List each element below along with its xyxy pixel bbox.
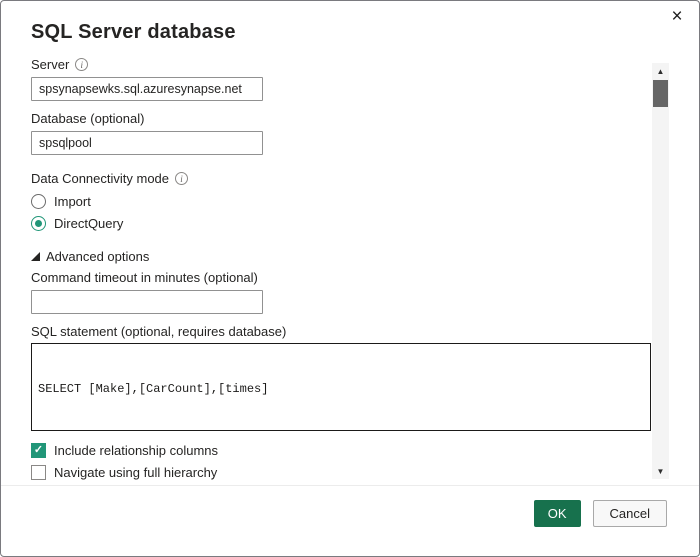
checkbox-checked-icon: ✓ (31, 443, 46, 458)
collapse-triangle-icon (31, 252, 40, 261)
include-relationship-columns-label: Include relationship columns (54, 443, 219, 458)
radio-import-label: Import (54, 194, 91, 209)
close-icon[interactable]: × (666, 6, 688, 28)
connectivity-label: Data Connectivity mode (31, 171, 170, 186)
checkbox-include-relationship-columns[interactable]: ✓ Include relationship columns (31, 443, 651, 458)
dialog-footer: OK Cancel (533, 500, 667, 527)
connectivity-info-icon[interactable]: i (175, 172, 189, 185)
database-field-label-row: Database (optional) (31, 111, 651, 126)
server-label: Server (31, 57, 70, 72)
radio-directquery-label: DirectQuery (54, 216, 124, 231)
scroll-down-arrow-icon[interactable]: ▼ (652, 463, 669, 479)
cancel-button[interactable]: Cancel (592, 500, 667, 527)
vertical-scrollbar[interactable]: ▲ ▼ (652, 63, 669, 479)
checkbox-unchecked-icon (31, 465, 46, 480)
scrollbar-thumb[interactable] (653, 80, 668, 107)
radio-unselected-icon (31, 194, 46, 209)
radio-directquery[interactable]: DirectQuery (31, 216, 651, 231)
radio-selected-icon (31, 216, 46, 231)
server-input[interactable] (31, 77, 263, 101)
server-info-icon[interactable]: i (75, 58, 89, 71)
sql-line-text: SELECT [Make],[CarCount],[times] (38, 382, 269, 396)
dialog-title: SQL Server database (31, 21, 236, 43)
sql-statement-label-row: SQL statement (optional, requires databa… (31, 324, 651, 339)
footer-divider (1, 485, 699, 486)
sql-line: SELECT [Make],[CarCount],[times] (38, 381, 644, 398)
scroll-up-arrow-icon[interactable]: ▲ (652, 63, 669, 79)
database-input[interactable] (31, 131, 263, 155)
radio-import[interactable]: Import (31, 194, 651, 209)
command-timeout-input[interactable] (31, 290, 263, 314)
timeout-label: Command timeout in minutes (optional) (31, 270, 258, 285)
advanced-options-label: Advanced options (46, 249, 150, 264)
database-label: Database (optional) (31, 111, 145, 126)
ok-button[interactable]: OK (533, 500, 581, 527)
checkbox-navigate-full-hierarchy[interactable]: Navigate using full hierarchy (31, 465, 651, 480)
advanced-options-toggle[interactable]: Advanced options (31, 249, 651, 264)
sql-server-database-dialog: × SQL Server database Server i Database … (0, 0, 700, 557)
connectivity-label-row: Data Connectivity mode i (31, 171, 651, 186)
dialog-body: Server i Database (optional) Data Connec… (31, 57, 651, 480)
timeout-label-row: Command timeout in minutes (optional) (31, 270, 651, 285)
navigate-full-hierarchy-label: Navigate using full hierarchy (54, 465, 218, 480)
server-field-label-row: Server i (31, 57, 651, 72)
sql-statement-textarea[interactable]: SELECT [Make],[CarCount],[times] FROM [d… (31, 343, 651, 431)
sql-statement-label: SQL statement (optional, requires databa… (31, 324, 287, 339)
